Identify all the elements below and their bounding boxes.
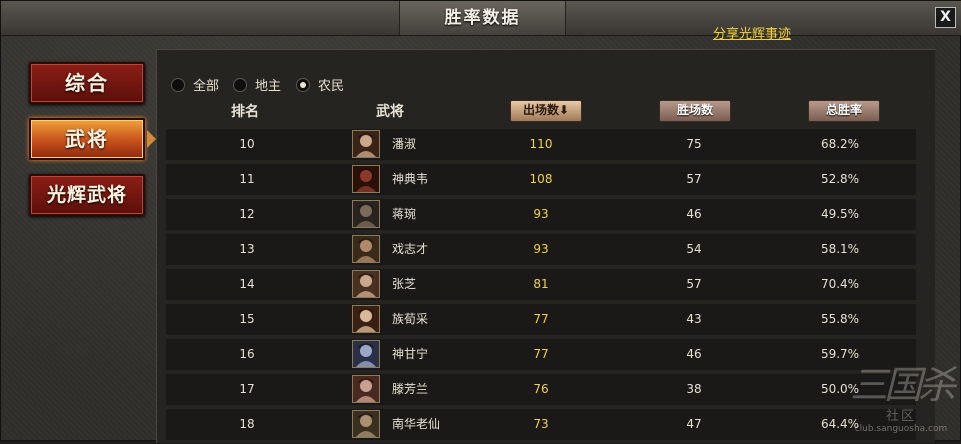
games-cell: 73 bbox=[533, 417, 549, 431]
general-avatar[interactable] bbox=[352, 270, 380, 298]
games-cell: 76 bbox=[533, 382, 549, 396]
stats-window: 胜率数据 X 分享光辉事迹 综合 武将 光辉武将 全部 地主 农民 排名 武将 … bbox=[0, 0, 961, 444]
rank-cell: 14 bbox=[239, 277, 255, 291]
general-avatar[interactable] bbox=[352, 375, 380, 403]
portrait-icon bbox=[353, 166, 379, 192]
general-avatar[interactable] bbox=[352, 235, 380, 263]
nav-tab-generals[interactable]: 武将 bbox=[29, 118, 145, 160]
wins-cell: 57 bbox=[686, 172, 702, 186]
rank-cell: 12 bbox=[239, 207, 255, 221]
title-bar: 胜率数据 X bbox=[1, 1, 961, 36]
general-name-cell: 戏志才 bbox=[392, 242, 429, 256]
wins-cell: 54 bbox=[686, 242, 702, 256]
radio-dot-icon bbox=[171, 77, 185, 92]
rank-cell: 13 bbox=[239, 242, 255, 256]
filter-landlord-radio[interactable]: 地主 bbox=[233, 75, 282, 94]
portrait-icon bbox=[353, 131, 379, 157]
portrait-icon bbox=[353, 376, 379, 402]
watermark-logo: 三国杀 bbox=[849, 363, 956, 407]
general-name-cell: 族荀采 bbox=[392, 312, 429, 326]
table-row[interactable]: 13 戏志才 93 54 58.1% bbox=[166, 234, 916, 265]
sort-games-button[interactable]: 出场数⬇ bbox=[510, 100, 582, 122]
general-avatar[interactable] bbox=[352, 200, 380, 228]
filter-all-label: 全部 bbox=[193, 79, 220, 94]
watermark-url: club.sanguosha.com bbox=[854, 424, 948, 434]
general-avatar[interactable] bbox=[352, 305, 380, 333]
winrate-cell: 55.8% bbox=[820, 312, 860, 326]
games-cell: 77 bbox=[533, 312, 549, 326]
rank-cell: 16 bbox=[239, 347, 255, 361]
wins-cell: 75 bbox=[686, 137, 702, 151]
table-row[interactable]: 15 族荀采 77 43 55.8% bbox=[166, 304, 916, 335]
wins-cell: 43 bbox=[686, 312, 702, 326]
wins-cell: 47 bbox=[686, 417, 702, 431]
winrate-cell: 49.5% bbox=[820, 207, 860, 221]
close-button[interactable]: X bbox=[935, 7, 956, 28]
winrate-cell: 52.8% bbox=[820, 172, 860, 186]
general-name-cell: 张芝 bbox=[392, 277, 417, 291]
wins-cell: 46 bbox=[686, 207, 702, 221]
general-name-cell: 神甘宁 bbox=[392, 347, 429, 361]
general-name-cell: 潘淑 bbox=[392, 137, 417, 151]
general-name-cell: 蒋琬 bbox=[392, 207, 417, 221]
games-cell: 93 bbox=[533, 207, 549, 221]
rank-cell: 10 bbox=[239, 137, 255, 151]
wins-cell: 46 bbox=[686, 347, 702, 361]
nav-tab-glory-generals[interactable]: 光辉武将 bbox=[29, 174, 145, 216]
filter-all-radio[interactable]: 全部 bbox=[171, 75, 220, 94]
sort-winrate-button[interactable]: 总胜率 bbox=[808, 100, 880, 122]
nav-tab-overall[interactable]: 综合 bbox=[29, 62, 145, 104]
watermark-sub: 社区 bbox=[885, 409, 916, 424]
general-avatar[interactable] bbox=[352, 165, 380, 193]
games-cell: 77 bbox=[533, 347, 549, 361]
column-header-general: 武将 bbox=[376, 104, 404, 120]
portrait-icon bbox=[353, 341, 379, 367]
table-row[interactable]: 17 滕芳兰 76 38 50.0% bbox=[166, 374, 916, 405]
general-avatar[interactable] bbox=[352, 410, 380, 438]
table-row[interactable]: 14 张芝 81 57 70.4% bbox=[166, 269, 916, 300]
radio-dot-icon bbox=[296, 77, 310, 92]
rank-cell: 11 bbox=[239, 172, 255, 186]
winrate-cell: 58.1% bbox=[820, 242, 860, 256]
winrate-cell: 68.2% bbox=[820, 137, 860, 151]
table-row[interactable]: 11 神典韦 108 57 52.8% bbox=[166, 164, 916, 195]
share-link[interactable]: 分享光辉事迹 bbox=[713, 23, 791, 42]
table-row[interactable]: 16 神甘宁 77 46 59.7% bbox=[166, 339, 916, 370]
games-cell: 110 bbox=[529, 137, 553, 151]
games-cell: 81 bbox=[533, 277, 549, 291]
general-avatar[interactable] bbox=[352, 130, 380, 158]
watermark: 三国杀 社区 club.sanguosha.com bbox=[849, 363, 956, 434]
column-header-rank: 排名 bbox=[231, 104, 259, 120]
filter-landlord-label: 地主 bbox=[255, 79, 282, 94]
table-row[interactable]: 18 南华老仙 73 47 64.4% bbox=[166, 409, 916, 440]
general-name-cell: 南华老仙 bbox=[392, 417, 441, 431]
portrait-icon bbox=[353, 201, 379, 227]
portrait-icon bbox=[353, 411, 379, 437]
general-avatar[interactable] bbox=[352, 340, 380, 368]
filter-peasant-radio[interactable]: 农民 bbox=[296, 75, 345, 94]
wins-cell: 38 bbox=[686, 382, 702, 396]
radio-dot-icon bbox=[233, 77, 247, 92]
general-name-cell: 滕芳兰 bbox=[392, 382, 429, 396]
table-row[interactable]: 10 潘淑 110 75 68.2% bbox=[166, 129, 916, 160]
winrate-cell: 70.4% bbox=[820, 277, 860, 291]
table-row[interactable]: 12 蒋琬 93 46 49.5% bbox=[166, 199, 916, 230]
wins-cell: 57 bbox=[686, 277, 702, 291]
general-name-cell: 神典韦 bbox=[392, 172, 429, 186]
portrait-icon bbox=[353, 306, 379, 332]
active-tab-arrow-icon bbox=[147, 130, 156, 148]
filter-peasant-label: 农民 bbox=[318, 79, 345, 94]
window-title: 胜率数据 bbox=[399, 1, 566, 35]
games-cell: 93 bbox=[533, 242, 549, 256]
rank-cell: 15 bbox=[239, 312, 255, 326]
portrait-icon bbox=[353, 271, 379, 297]
sort-wins-button[interactable]: 胜场数 bbox=[659, 100, 731, 122]
rank-cell: 18 bbox=[239, 417, 255, 431]
rank-cell: 17 bbox=[239, 382, 255, 396]
general-stats-table: 10 潘淑 110 75 68.2% 11 神典韦 108 57 52.8% 12 蒋琬 93 46 49.… bbox=[166, 129, 916, 444]
games-cell: 108 bbox=[529, 172, 553, 186]
portrait-icon bbox=[353, 236, 379, 262]
